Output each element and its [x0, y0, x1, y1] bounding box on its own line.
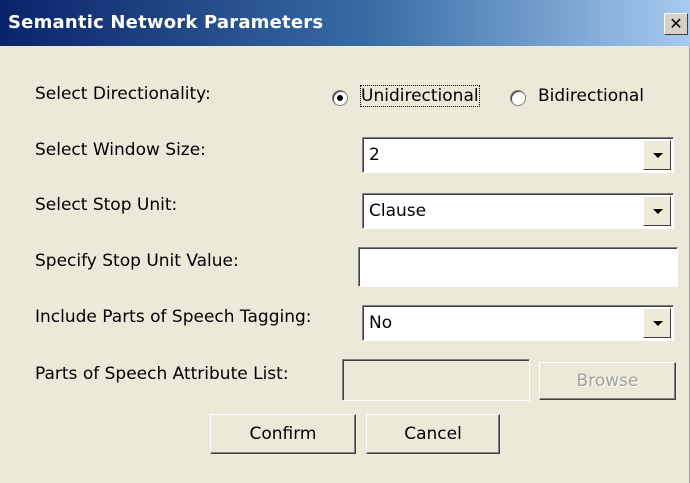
stop-unit-select[interactable]: Clause: [362, 193, 674, 229]
chevron-down-icon: [653, 153, 663, 158]
stop-unit-dropdown-button[interactable]: [643, 196, 671, 226]
browse-button: Browse: [539, 362, 676, 400]
window-size-value: 2: [369, 145, 380, 165]
pos-tagging-select[interactable]: No: [362, 305, 674, 341]
window-size-select[interactable]: 2: [362, 137, 674, 173]
confirm-button[interactable]: Confirm: [210, 414, 356, 454]
directionality-label: Select Directionality:: [35, 84, 211, 104]
pos-tagging-value: No: [369, 313, 393, 333]
window-title: Semantic Network Parameters: [8, 12, 324, 33]
window-size-label: Select Window Size:: [35, 140, 206, 160]
stop-unit-label: Select Stop Unit:: [35, 195, 178, 215]
radio-selected-dot: [337, 95, 343, 101]
close-button[interactable]: ✕: [664, 13, 688, 35]
chevron-down-icon: [653, 321, 663, 326]
title-bar: Semantic Network Parameters ✕: [0, 0, 690, 46]
stop-unit-value-label: Specify Stop Unit Value:: [35, 251, 239, 271]
cancel-button[interactable]: Cancel: [366, 414, 500, 454]
close-icon: ✕: [669, 14, 683, 33]
chevron-down-icon: [653, 209, 663, 214]
radio-bidirectional[interactable]: [510, 90, 526, 106]
pos-tagging-dropdown-button[interactable]: [643, 308, 671, 338]
dialog-body: Select Directionality: Unidirectional Bi…: [0, 46, 690, 483]
pos-tagging-label: Include Parts of Speech Tagging:: [35, 307, 312, 327]
radio-unidirectional[interactable]: [332, 90, 348, 106]
stop-unit-value: Clause: [369, 201, 427, 221]
stop-unit-value-input[interactable]: [358, 247, 678, 287]
window-size-dropdown-button[interactable]: [643, 140, 671, 170]
pos-attribute-list-label: Parts of Speech Attribute List:: [35, 364, 289, 384]
pos-attribute-list-input: [342, 359, 530, 401]
radio-unidirectional-label[interactable]: Unidirectional: [360, 85, 480, 107]
radio-bidirectional-label[interactable]: Bidirectional: [538, 86, 644, 106]
